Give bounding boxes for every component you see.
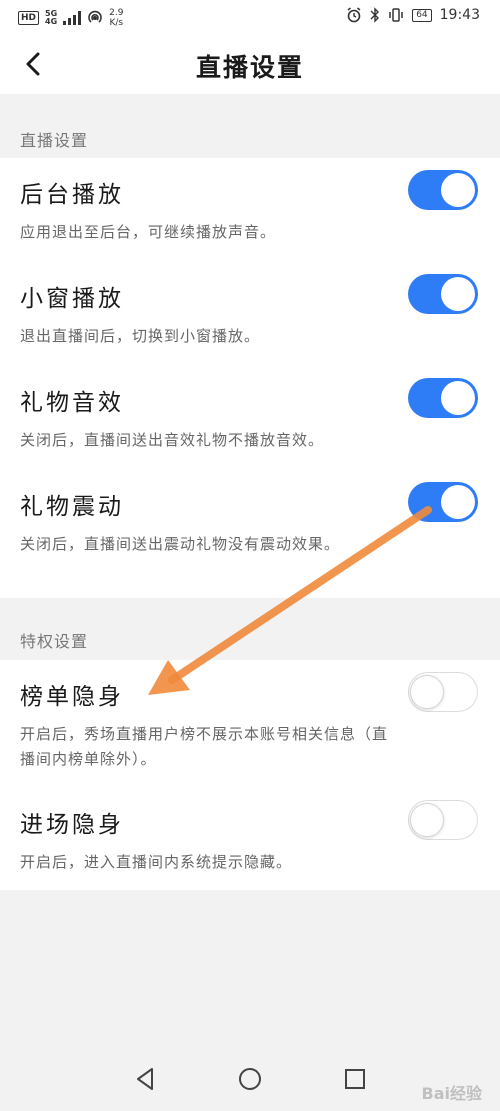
net-sub-label: 4G bbox=[45, 17, 58, 26]
status-bar: HD 5G 4G 2.9 K/s 64 19:43 bbox=[0, 0, 500, 34]
setting-description: 开启后，秀场直播用户榜不展示本账号相关信息（直播间内榜单除外）。 bbox=[20, 725, 389, 768]
settings-group-privilege: 榜单隐身 开启后，秀场直播用户榜不展示本账号相关信息（直播间内榜单除外）。 进场… bbox=[0, 660, 500, 890]
setting-description: 应用退出至后台，可继续播放声音。 bbox=[20, 223, 277, 241]
nav-home-icon[interactable] bbox=[235, 1064, 265, 1094]
setting-row-background-play: 后台播放 应用退出至后台，可继续播放声音。 bbox=[0, 158, 500, 262]
setting-description: 关闭后，直播间送出音效礼物不播放音效。 bbox=[20, 431, 325, 449]
nav-back-icon[interactable] bbox=[130, 1064, 160, 1094]
alarm-icon bbox=[347, 7, 361, 23]
toggle-gift-vibration[interactable] bbox=[408, 482, 478, 522]
setting-description: 退出直播间后，切换到小窗播放。 bbox=[20, 327, 261, 345]
toggle-entry-invisible[interactable] bbox=[408, 800, 478, 840]
hd-badge: HD bbox=[18, 11, 40, 25]
setting-title: 后台播放 bbox=[20, 182, 124, 208]
settings-group-live: 后台播放 应用退出至后台，可继续播放声音。 小窗播放 退出直播间后，切换到小窗播… bbox=[0, 158, 500, 598]
setting-title: 进场隐身 bbox=[20, 812, 124, 838]
status-right: 64 19:43 bbox=[346, 7, 480, 23]
toggle-background-play[interactable] bbox=[408, 170, 478, 210]
toggle-knob bbox=[410, 675, 444, 709]
vibrate-icon bbox=[389, 8, 403, 22]
app-header: 直播设置 bbox=[0, 34, 500, 94]
setting-description: 开启后，进入直播间内系统提示隐藏。 bbox=[20, 853, 293, 871]
signal-icon bbox=[63, 11, 82, 25]
toggle-knob bbox=[410, 803, 444, 837]
setting-title: 礼物震动 bbox=[20, 494, 124, 520]
battery-indicator: 64 bbox=[412, 8, 432, 22]
toggle-knob bbox=[441, 277, 475, 311]
setting-title: 榜单隐身 bbox=[20, 684, 124, 710]
setting-row-rank-invisible: 榜单隐身 开启后，秀场直播用户榜不展示本账号相关信息（直播间内榜单除外）。 bbox=[0, 660, 500, 788]
section-label-live: 直播设置 bbox=[20, 131, 89, 150]
status-left: HD 5G 4G 2.9 K/s bbox=[18, 8, 123, 28]
speed-value: 2.9 bbox=[109, 8, 124, 18]
setting-row-mini-window: 小窗播放 退出直播间后，切换到小窗播放。 bbox=[0, 262, 500, 366]
toggle-mini-window[interactable] bbox=[408, 274, 478, 314]
speed-unit: K/s bbox=[109, 18, 124, 28]
toggle-knob bbox=[441, 173, 475, 207]
nav-recents-icon[interactable] bbox=[340, 1064, 370, 1094]
setting-title: 小窗播放 bbox=[20, 286, 124, 312]
setting-description: 关闭后，直播间送出震动礼物没有震动效果。 bbox=[20, 535, 341, 553]
network-type: 5G 4G bbox=[45, 10, 57, 26]
setting-title: 礼物音效 bbox=[20, 390, 124, 416]
toggle-gift-sound[interactable] bbox=[408, 378, 478, 418]
setting-row-gift-sound: 礼物音效 关闭后，直播间送出音效礼物不播放音效。 bbox=[0, 366, 500, 470]
bluetooth-icon bbox=[370, 7, 380, 23]
page-title: 直播设置 bbox=[195, 53, 304, 82]
setting-row-gift-vibration: 礼物震动 关闭后，直播间送出震动礼物没有震动效果。 bbox=[0, 470, 500, 598]
toggle-knob bbox=[441, 485, 475, 519]
hotspot-icon bbox=[88, 10, 102, 23]
clock: 19:43 bbox=[439, 7, 480, 23]
toggle-knob bbox=[441, 381, 475, 415]
baidu-watermark: Bai经验 bbox=[421, 1084, 482, 1103]
setting-row-entry-invisible: 进场隐身 开启后，进入直播间内系统提示隐藏。 bbox=[0, 788, 500, 890]
section-label-privilege: 特权设置 bbox=[20, 632, 89, 651]
toggle-rank-invisible[interactable] bbox=[408, 672, 478, 712]
network-speed: 2.9 K/s bbox=[109, 8, 123, 28]
